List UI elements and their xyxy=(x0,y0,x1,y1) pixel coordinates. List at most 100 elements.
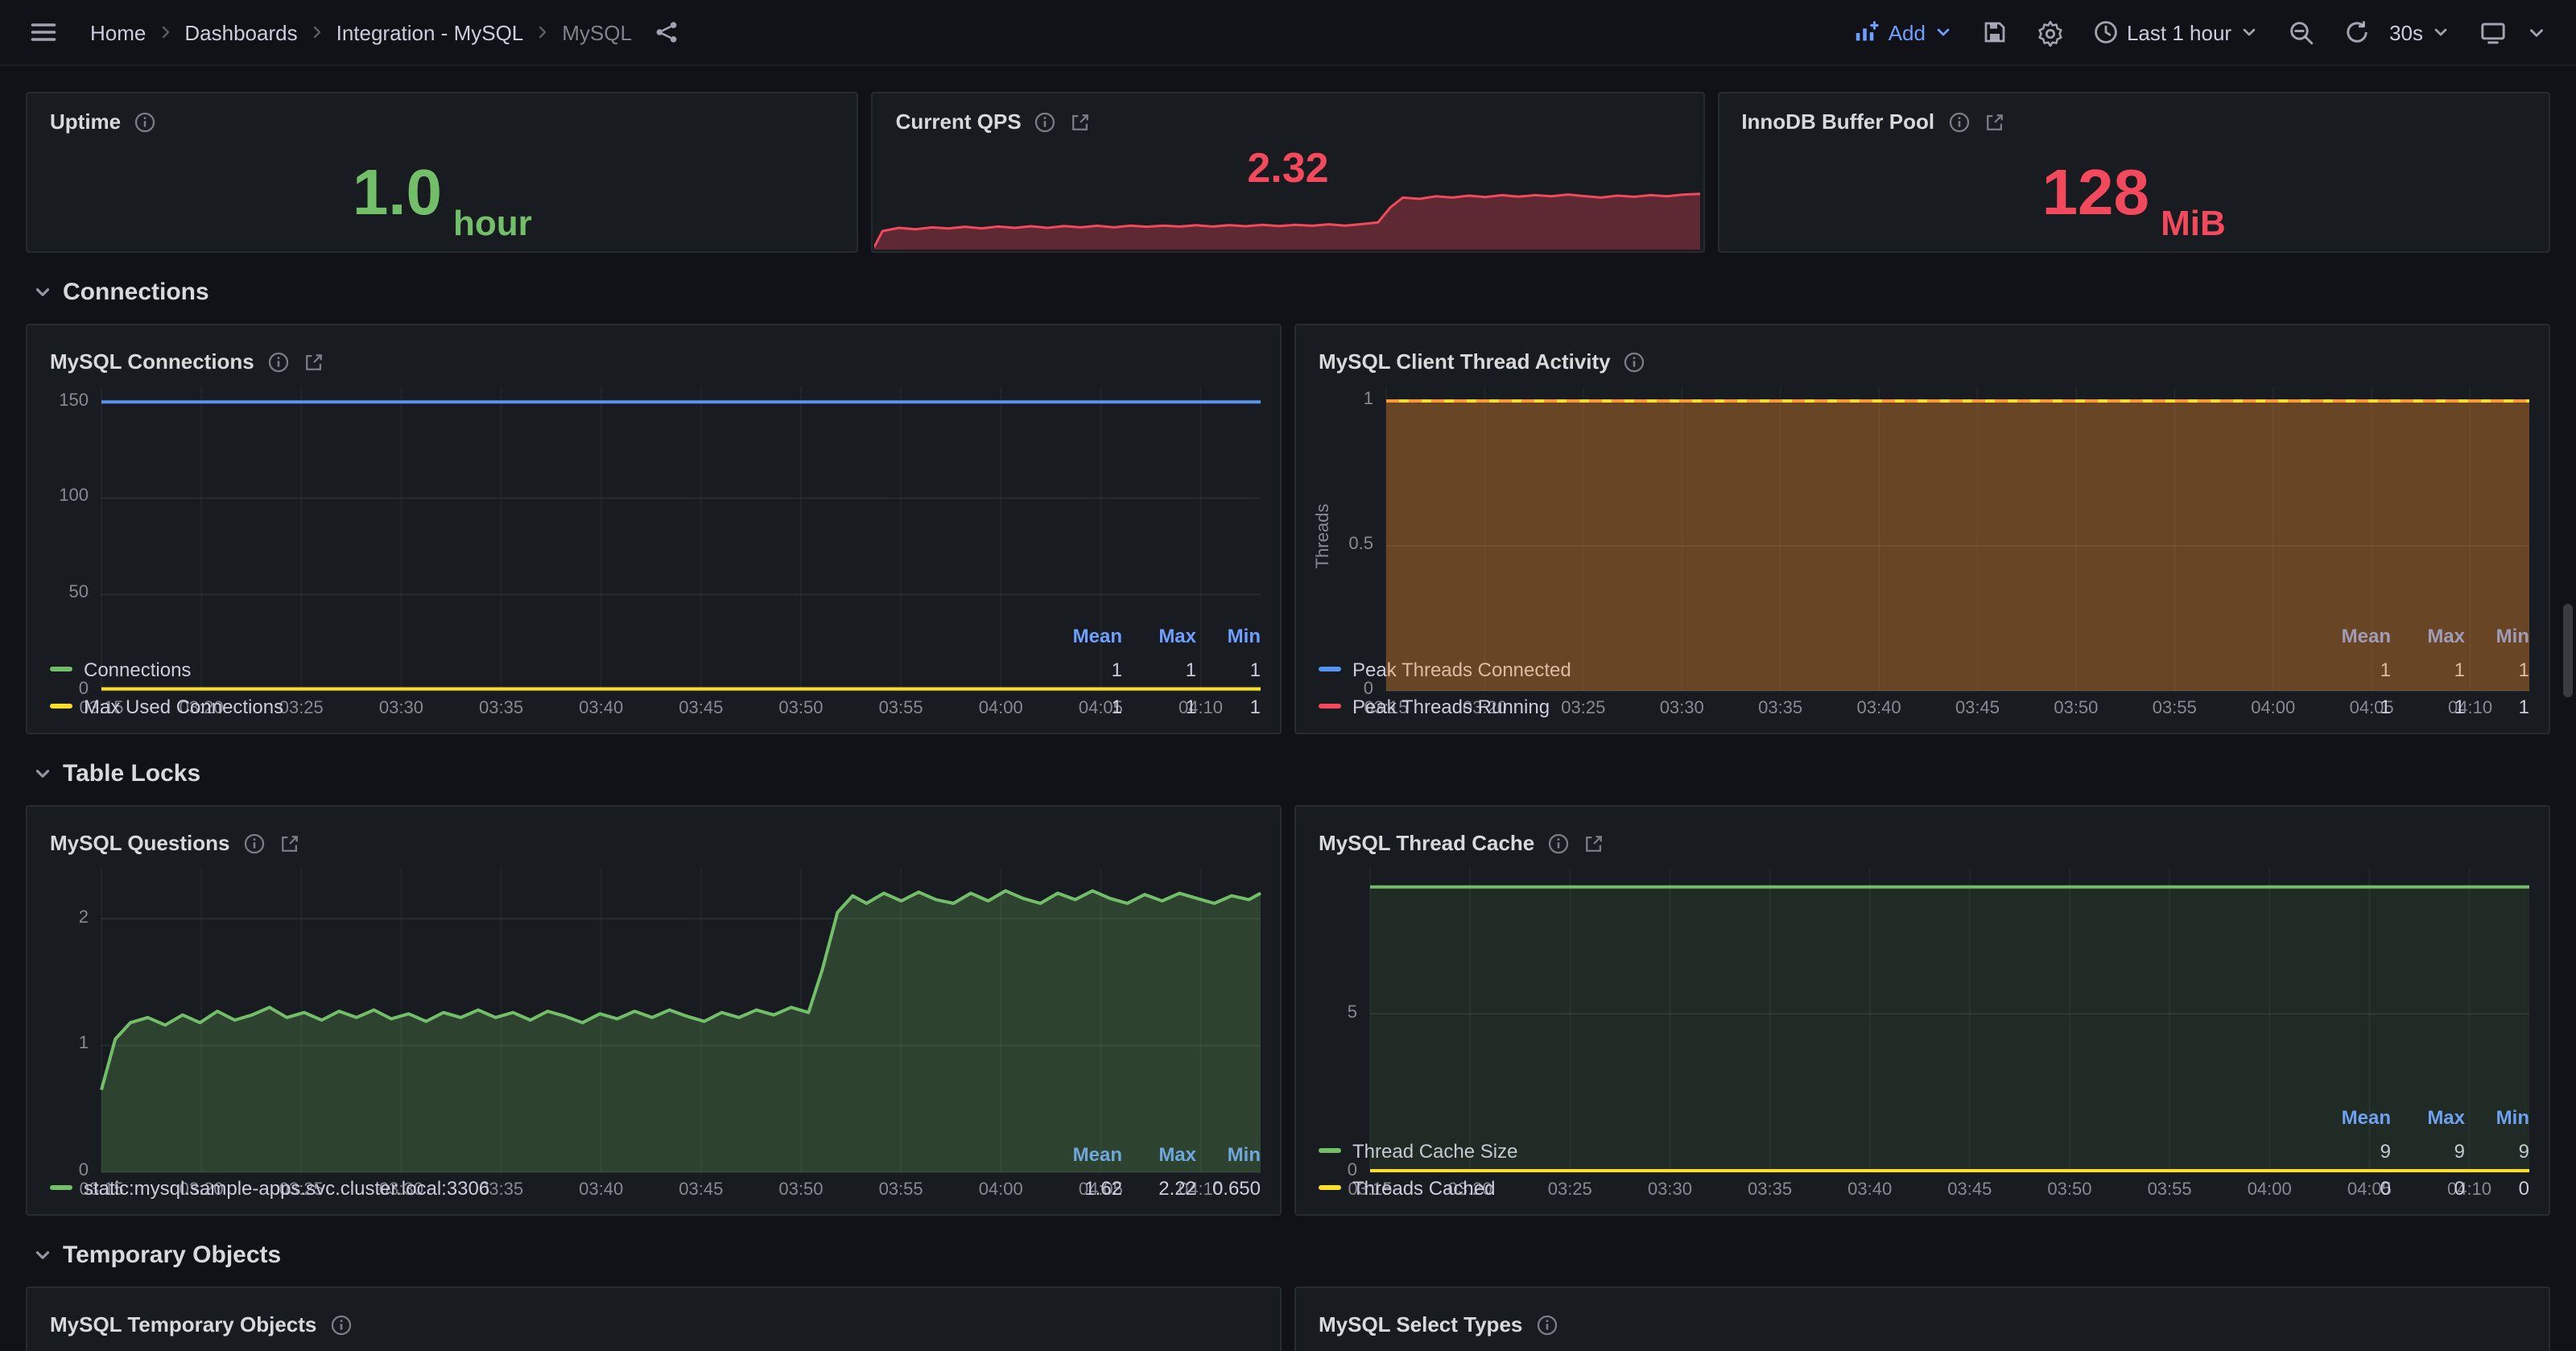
breadcrumb-dashboards[interactable]: Dashboards xyxy=(184,20,297,44)
scrollbar[interactable] xyxy=(2562,64,2574,1351)
x-axis-tick-label: 03:40 xyxy=(1835,1180,1905,1200)
x-axis-tick-label: 04:05 xyxy=(1065,1180,1136,1200)
info-icon[interactable] xyxy=(1547,832,1570,854)
x-axis-tick-label: 04:10 xyxy=(1166,699,1236,718)
stat-unit: hour xyxy=(453,203,532,251)
y-axis-tick-label: 2 xyxy=(43,907,89,927)
info-icon[interactable] xyxy=(134,110,156,133)
panel-mysql-questions: MySQL Questions 01203:1503:2003:2503:300… xyxy=(26,805,1282,1216)
add-label: Add xyxy=(1889,20,1926,44)
gear-icon xyxy=(2037,19,2064,46)
time-range-picker[interactable]: Last 1 hour xyxy=(2087,13,2265,52)
x-axis-tick-label: 03:30 xyxy=(1646,699,1717,718)
time-range-label: Last 1 hour xyxy=(2127,20,2231,44)
y-axis-tick-label: 1 xyxy=(43,1035,89,1054)
qps-sparkline xyxy=(875,185,1702,250)
panel-current-qps: Current QPS 2.32 xyxy=(872,92,1705,253)
thread-activity-chart[interactable]: 00.5103:1503:2003:2503:3003:3503:4003:45… xyxy=(1312,377,2533,622)
y-axis-tick-label: 0 xyxy=(1312,1161,1357,1180)
zoom-out-button[interactable] xyxy=(2281,12,2322,52)
toolbar-more-dropdown[interactable] xyxy=(2520,15,2553,49)
panel-title[interactable]: MySQL Client Thread Activity xyxy=(1319,349,1611,374)
breadcrumb-integration-mysql[interactable]: Integration - MySQL xyxy=(336,20,524,44)
x-axis-tick-label: 04:05 xyxy=(2334,1180,2405,1200)
x-axis-tick-label: 03:55 xyxy=(2139,699,2210,718)
external-link-icon[interactable] xyxy=(303,350,325,373)
panel-mysql-thread-cache: MySQL Thread Cache 0503:1503:2003:2503:3… xyxy=(1294,805,2550,1216)
section-table-locks[interactable]: Table Locks xyxy=(32,750,2550,795)
external-link-icon[interactable] xyxy=(1983,110,2005,133)
refresh-interval-dropdown[interactable]: 30s xyxy=(2383,14,2457,51)
external-link-icon[interactable] xyxy=(1583,832,1605,854)
info-icon[interactable] xyxy=(1624,350,1646,373)
tv-mode-button[interactable] xyxy=(2473,12,2513,52)
x-axis-tick-label: 03:15 xyxy=(66,1180,137,1200)
chevron-down-icon xyxy=(32,1244,53,1265)
panel-mysql-select-types: MySQL Select Types xyxy=(1294,1287,2550,1351)
y-axis-tick-label: 1 xyxy=(1335,390,1373,409)
panel-title[interactable]: MySQL Thread Cache xyxy=(1319,831,1534,855)
panel-mysql-connections: MySQL Connections 05010015003:1503:2003:… xyxy=(26,324,1282,734)
monitor-icon xyxy=(2479,19,2507,46)
y-axis-tick-label: 50 xyxy=(43,583,89,602)
info-icon[interactable] xyxy=(1535,1313,1558,1336)
menu-toggle-button[interactable] xyxy=(23,11,64,53)
x-axis-tick-label: 03:45 xyxy=(1942,699,2013,718)
connections-chart[interactable]: 05010015003:1503:2003:2503:3003:3503:400… xyxy=(43,377,1264,622)
panel-uptime: Uptime 1.0 hour xyxy=(26,92,859,253)
y-axis-tick-label: 0 xyxy=(43,1161,89,1180)
external-link-icon[interactable] xyxy=(1070,110,1092,133)
x-axis-tick-label: 03:30 xyxy=(365,1180,436,1200)
scrollbar-thumb[interactable] xyxy=(2563,604,2573,697)
zoom-out-icon xyxy=(2288,19,2315,46)
questions-chart[interactable]: 01203:1503:2003:2503:3003:3503:4003:4503… xyxy=(43,858,1264,1140)
panel-title[interactable]: MySQL Connections xyxy=(50,349,254,374)
info-icon[interactable] xyxy=(267,350,290,373)
breadcrumb-current[interactable]: MySQL xyxy=(562,20,632,44)
qps-stat-value: 2.32 xyxy=(873,143,1703,193)
panel-mysql-client-thread-activity: MySQL Client Thread Activity 00.5103:150… xyxy=(1294,324,2550,734)
dashboard-content: Uptime 1.0 hour Current QPS 2.32 xyxy=(0,66,2576,1351)
panel-title[interactable]: MySQL Select Types xyxy=(1319,1312,1522,1337)
x-axis-tick-label: 03:20 xyxy=(1435,1180,1505,1200)
x-axis-tick-label: 03:40 xyxy=(566,1180,637,1200)
x-axis-tick-label: 04:05 xyxy=(1065,699,1136,718)
info-icon[interactable] xyxy=(1947,110,1970,133)
refresh-button[interactable] xyxy=(2338,13,2376,52)
x-axis-tick-label: 03:35 xyxy=(1735,1180,1806,1200)
panel-title[interactable]: MySQL Questions xyxy=(50,831,229,855)
external-link-icon[interactable] xyxy=(278,832,300,854)
x-axis-tick-label: 04:00 xyxy=(965,699,1036,718)
chevron-right-icon xyxy=(533,23,552,42)
save-dashboard-button[interactable] xyxy=(1975,13,2014,52)
panel-title[interactable]: Current QPS xyxy=(896,109,1022,134)
refresh-interval-label: 30s xyxy=(2389,20,2423,44)
section-temporary-objects[interactable]: Temporary Objects xyxy=(32,1232,2550,1277)
dashboard-settings-button[interactable] xyxy=(2030,12,2070,52)
top-nav: Home Dashboards Integration - MySQL MySQ… xyxy=(0,0,2576,66)
stat-value: 1.0 xyxy=(353,161,442,225)
x-axis-tick-label: 03:45 xyxy=(666,1180,737,1200)
y-axis-tick-label: 100 xyxy=(43,487,89,506)
share-button[interactable] xyxy=(648,13,687,52)
panel-title[interactable]: InnoDB Buffer Pool xyxy=(1741,109,1934,134)
thread-cache-chart[interactable]: 0503:1503:2003:2503:3003:3503:4003:4503:… xyxy=(1312,858,2533,1103)
x-axis-tick-label: 04:00 xyxy=(2238,699,2309,718)
chevron-down-icon xyxy=(32,762,53,783)
info-icon[interactable] xyxy=(242,832,265,854)
info-icon[interactable] xyxy=(329,1313,352,1336)
share-icon xyxy=(654,19,680,45)
save-icon xyxy=(1982,19,2008,45)
refresh-icon xyxy=(2344,19,2370,45)
add-button[interactable]: Add xyxy=(1847,12,1959,52)
info-icon[interactable] xyxy=(1034,110,1057,133)
y-axis-tick-label: 0.5 xyxy=(1335,535,1373,554)
section-connections[interactable]: Connections xyxy=(32,269,2550,314)
innodb-stat: 128 MiB xyxy=(1719,135,2549,251)
breadcrumb-home[interactable]: Home xyxy=(90,20,146,44)
x-axis-tick-label: 03:20 xyxy=(166,699,237,718)
grafana-mysql-dashboard: Home Dashboards Integration - MySQL MySQ… xyxy=(0,0,2576,1351)
panel-title[interactable]: MySQL Temporary Objects xyxy=(50,1312,316,1337)
x-axis-tick-label: 03:35 xyxy=(466,699,537,718)
panel-title[interactable]: Uptime xyxy=(50,109,121,134)
